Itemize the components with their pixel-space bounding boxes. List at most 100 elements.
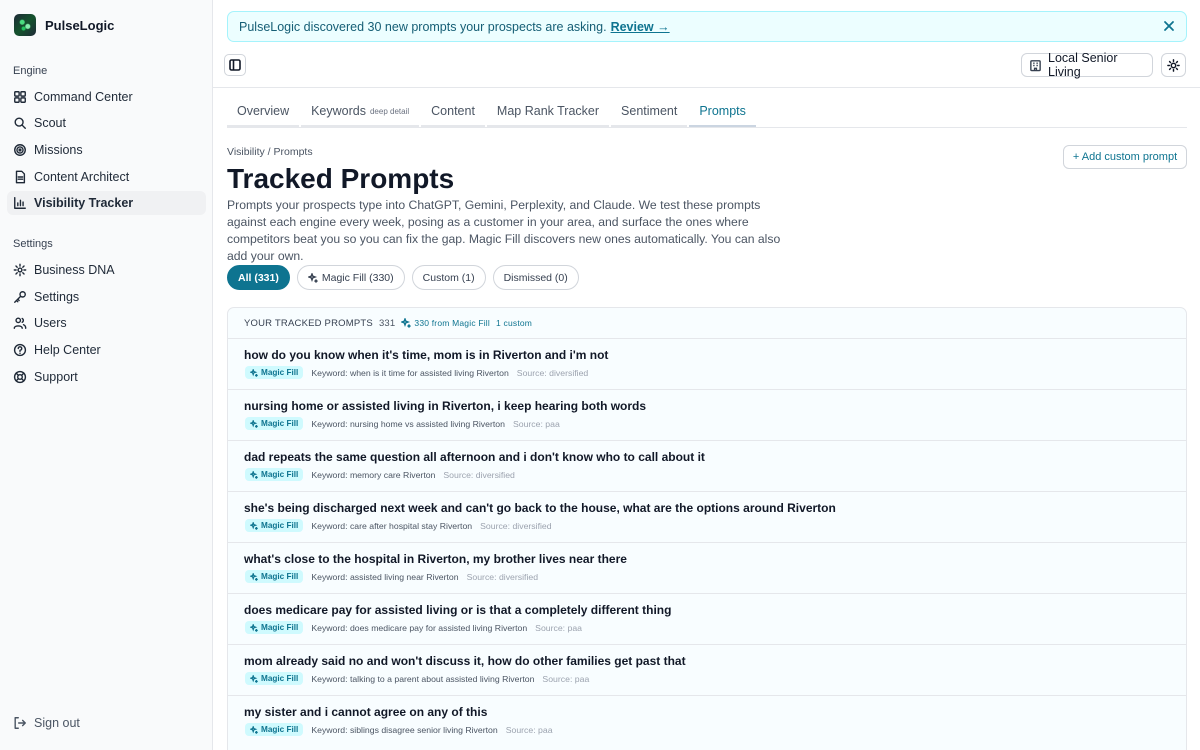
prompt-meta: Magic Fill Keyword: when is it time for a… <box>245 366 588 379</box>
tab-prompts[interactable]: Prompts <box>689 96 756 127</box>
filter-magic-fill[interactable]: Magic Fill (330) <box>296 265 405 290</box>
sparkle-icon <box>250 368 258 377</box>
prompt-meta: Magic Fill Keyword: talking to a parent a… <box>245 672 589 685</box>
prompt-title: she's being discharged next week and can… <box>244 501 836 515</box>
prompt-row[interactable]: mom already said no and won't discuss it… <box>228 644 1186 695</box>
search-icon <box>13 116 27 130</box>
sidebar-item-settings[interactable]: Settings <box>7 285 206 309</box>
add-custom-prompt-button[interactable]: + Add custom prompt <box>1063 145 1187 169</box>
sidebar-item-label: Business DNA <box>34 263 115 277</box>
location-selector-button[interactable]: Local Senior Living <box>1021 51 1153 79</box>
tab-label: Content <box>431 103 475 118</box>
banner-text: PulseLogic discovered 30 new prompts you… <box>239 19 607 34</box>
panel-icon <box>229 59 241 71</box>
brand[interactable]: PulseLogic <box>14 14 114 36</box>
page-description: Prompts your prospects type into ChatGPT… <box>227 198 781 263</box>
sidebar-item-label: Visibility Tracker <box>34 196 134 210</box>
lifebuoy-icon <box>13 370 27 384</box>
tab-label: Prompts <box>699 103 746 118</box>
building-icon <box>1029 59 1042 72</box>
prompt-source: Source: paa <box>542 673 590 684</box>
close-icon[interactable] <box>1162 19 1176 33</box>
tab-map-rank-tracker[interactable]: Map Rank Tracker <box>486 96 610 127</box>
sidebar-item-business-dna[interactable]: Business DNA <box>7 258 206 282</box>
prompt-meta: Magic Fill Keyword: assisted living near … <box>245 570 538 583</box>
sidebar-toggle-button[interactable] <box>224 54 246 76</box>
header-divider <box>213 87 1200 88</box>
prompt-keyword: Keyword: assisted living near Riverton <box>311 571 459 582</box>
sidebar-item-command-center[interactable]: Command Center <box>7 85 206 109</box>
tab-label: Overview <box>237 103 290 118</box>
prompt-meta: Magic Fill Keyword: memory care Riverton S… <box>245 468 515 481</box>
users-icon <box>13 316 27 330</box>
prompt-row[interactable]: how do you know when it's time, mom is i… <box>228 338 1186 389</box>
magic-fill-badge: Magic Fill <box>245 723 304 736</box>
magic-fill-badge: Magic Fill <box>245 672 304 685</box>
filter-dismissed[interactable]: Dismissed (0) <box>492 265 579 290</box>
filter-custom[interactable]: Custom (1) <box>411 265 486 290</box>
sidebar-item-visibility-tracker[interactable]: Visibility Tracker <box>7 191 206 215</box>
prompt-row[interactable]: she's being discharged next week and can… <box>228 491 1186 542</box>
prompt-row[interactable]: does medicare pay for assisted living or… <box>228 593 1186 644</box>
sign-out-icon <box>13 716 27 730</box>
tab-content[interactable]: Content <box>421 96 485 127</box>
sparkle-icon <box>250 674 258 683</box>
sidebar-item-scout[interactable]: Scout <box>7 111 206 135</box>
sidebar-item-content-architect[interactable]: Content Architect <box>7 165 206 189</box>
sidebar: PulseLogic Engine Command Center Scout M… <box>0 0 213 750</box>
prompt-row[interactable]: what's close to the hospital in Riverton… <box>228 542 1186 593</box>
prompt-title: does medicare pay for assisted living or… <box>244 603 672 617</box>
tab-sublabel: deep detail <box>369 107 410 116</box>
target-icon <box>13 143 27 157</box>
sparkle-icon <box>250 572 258 581</box>
filter-label: Dismissed (0) <box>503 271 568 284</box>
badge-label: Magic Fill <box>261 419 299 428</box>
sidebar-item-help-center[interactable]: Help Center <box>7 338 206 362</box>
filter-all[interactable]: All (331) <box>227 265 290 290</box>
app-name: PulseLogic <box>45 17 115 33</box>
prompt-row[interactable]: my sister and i cannot agree on any of t… <box>228 695 1186 746</box>
page-title: Tracked Prompts <box>227 163 455 194</box>
sidebar-item-support[interactable]: Support <box>7 365 206 389</box>
grid-icon <box>13 90 27 104</box>
badge-label: Magic Fill <box>261 470 299 479</box>
sidebar-item-missions[interactable]: Missions <box>7 138 206 162</box>
prompt-source: Source: paa <box>535 622 583 633</box>
theme-toggle-button[interactable] <box>1161 53 1186 77</box>
key-icon <box>13 290 27 304</box>
tab-sentiment[interactable]: Sentiment <box>611 96 688 127</box>
prompt-meta: Magic Fill Keyword: siblings disagree sen… <box>245 723 553 736</box>
prompt-meta: Magic Fill Keyword: does medicare pay for… <box>245 621 582 634</box>
list-header: YOUR TRACKED PROMPTS 331 330 from Magic … <box>228 308 1186 338</box>
magic-fill-badge: Magic Fill <box>245 468 304 481</box>
prompt-title: my sister and i cannot agree on any of t… <box>244 705 488 719</box>
badge-label: Magic Fill <box>261 623 299 632</box>
tab-keywords[interactable]: Keywords deep detail <box>301 96 420 127</box>
discovery-banner: PulseLogic discovered 30 new prompts you… <box>227 11 1187 42</box>
sidebar-item-users[interactable]: Users <box>7 311 206 335</box>
tab-label: Sentiment <box>621 103 678 118</box>
prompt-row[interactable]: dad repeats the same question all aftern… <box>228 440 1186 491</box>
filter-label: Custom (1) <box>422 271 475 284</box>
tab-overview[interactable]: Overview <box>227 96 300 127</box>
magic-fill-badge: Magic Fill <box>245 621 304 634</box>
sun-icon <box>1167 58 1180 72</box>
magic-fill-badge: Magic Fill <box>245 417 304 430</box>
prompt-filters: All (331) Magic Fill (330) Custom (1) Di… <box>227 265 579 290</box>
sparkle-icon <box>401 318 412 328</box>
banner-review-link[interactable]: Review → <box>611 20 670 34</box>
prompt-source: Source: paa <box>505 724 553 735</box>
badge-label: Magic Fill <box>261 674 299 683</box>
sparkle-icon <box>250 419 258 428</box>
sidebar-item-label: Support <box>34 370 78 384</box>
filter-label: Magic Fill (330) <box>321 271 394 284</box>
prompt-source: Source: diversified <box>480 520 552 531</box>
prompt-keyword: Keyword: nursing home vs assisted living… <box>311 418 505 429</box>
custom-count: 1 custom <box>496 318 533 328</box>
help-icon <box>13 343 27 357</box>
prompt-row[interactable]: nursing home or assisted living in River… <box>228 389 1186 440</box>
magic-fill-badge: Magic Fill <box>245 366 304 379</box>
prompt-keyword: Keyword: memory care Riverton <box>311 469 436 480</box>
sign-out-button[interactable]: Sign out <box>7 711 206 735</box>
prompt-title: what's close to the hospital in Riverton… <box>244 552 627 566</box>
